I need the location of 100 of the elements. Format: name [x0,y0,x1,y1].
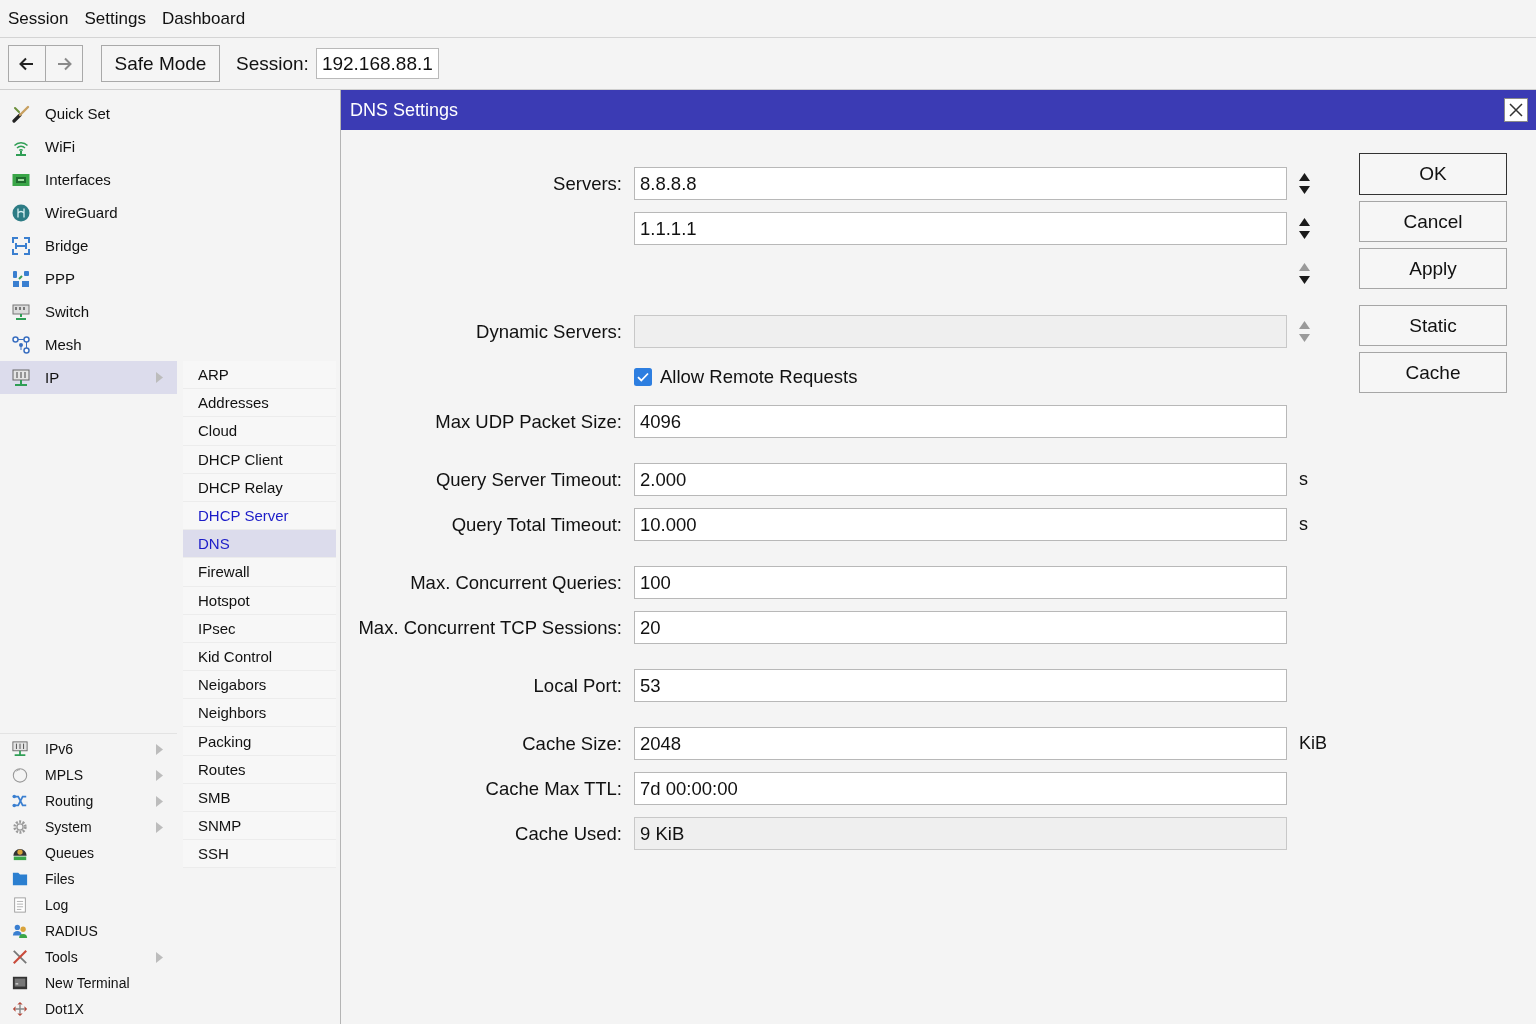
users-icon [12,923,28,939]
sidebar-item[interactable]: WiFi [0,130,177,163]
input-field[interactable]: 2048 [634,727,1287,760]
sidebar-item[interactable]: MPLS [0,762,177,788]
input-field[interactable]: 53 [634,669,1287,702]
submenu-item[interactable]: SMB [183,783,336,812]
submenu-item[interactable]: DHCP Relay [183,473,336,502]
submenu-item[interactable]: Addresses [183,389,336,418]
input-field[interactable]: 4096 [634,405,1287,438]
field-label: Max UDP Packet Size: [435,410,622,433]
sidebar-item[interactable]: Tools [0,944,177,970]
submenu-item[interactable]: Firewall [183,558,336,587]
gear-icon [12,819,28,835]
checkbox-label: Allow Remote Requests [660,365,858,388]
input-field[interactable]: 8.8.8.8 [634,167,1287,200]
safe-mode-button[interactable]: Safe Mode [101,45,220,82]
down-arrow-icon[interactable] [1299,276,1310,284]
sidebar-item[interactable]: IPv6 [0,736,177,762]
submenu-item[interactable]: Neigabors [183,671,336,700]
mesh-nodes-icon [12,335,30,354]
sidebar-item[interactable]: New Terminal [0,970,177,996]
menu-item[interactable]: Session [8,8,69,29]
ring-icon [12,767,28,783]
field-label: Query Server Timeout: [435,468,622,491]
down-arrow-icon[interactable] [1299,231,1310,239]
sidebar-item[interactable]: Bridge [0,229,177,262]
network-icon [12,741,28,757]
dialog-button[interactable]: OK [1359,153,1507,195]
sidebar-item[interactable]: Dot1X [0,996,177,1022]
field-label: Cache Max TTL: [485,777,622,800]
sidebar-item[interactable]: Switch [0,295,177,328]
network-icon [12,368,30,387]
menu-item[interactable]: Settings [84,8,146,29]
submenu-item[interactable]: Routes [183,755,336,784]
round-emblem-icon [12,203,30,222]
input-field[interactable]: 1.1.1.1 [634,212,1287,245]
field-label: Max. Concurrent Queries: [410,571,622,594]
field-label: Local Port: [533,674,622,697]
back-button[interactable] [8,45,46,82]
field-label: Cache Size: [522,732,622,755]
down-arrow-icon[interactable] [1299,186,1310,194]
crossed-tools-icon [12,949,28,965]
field-label: Max. Concurrent TCP Sessions: [358,616,622,639]
submenu-item[interactable]: ARP [183,361,336,390]
sidebar-item[interactable]: Log [0,892,177,918]
routing-icon [12,793,28,809]
sidebar-item[interactable]: Routing [0,788,177,814]
four-arrows-icon [12,1001,28,1017]
submenu-item[interactable]: SNMP [183,812,336,841]
folder-icon [12,871,28,887]
menu-item[interactable]: Dashboard [161,8,246,29]
up-arrow-icon[interactable] [1299,173,1310,181]
sidebar-item[interactable]: Quick Set [0,97,177,130]
submenu-item[interactable]: IPsec [183,614,336,643]
sidebar-item[interactable]: IP [0,361,177,394]
field-label: Query Total Timeout: [451,513,622,536]
checkbox[interactable] [634,367,652,386]
submenu-item[interactable]: Kid Control [183,642,336,672]
unit-label: s [1299,514,1308,535]
input-field[interactable]: 10.000 [634,508,1287,541]
input-field[interactable]: 2.000 [634,463,1287,496]
dialog-button[interactable]: Apply [1359,248,1507,289]
terminal-icon [12,975,28,991]
input-field[interactable]: 7d 00:00:00 [634,772,1287,805]
bridge-icon [12,236,30,255]
field-label: Dynamic Servers: [476,320,622,343]
unit-label: KiB [1299,733,1327,754]
sidebar-item[interactable]: WireGuard [0,196,177,229]
submenu-item[interactable]: Neighbors [183,699,336,728]
sidebar-item[interactable]: Files [0,866,177,892]
close-button[interactable] [1504,98,1528,122]
sidebar-item[interactable]: System [0,814,177,840]
brush-icon [12,104,30,123]
dialog-button[interactable]: Cache [1359,352,1507,393]
submenu-item[interactable]: DNS [183,530,336,559]
unit-label: s [1299,469,1308,490]
submenu-item[interactable]: DHCP Client [183,445,336,474]
sidebar-item[interactable]: PPP [0,262,177,295]
input-field[interactable]: 20 [634,611,1287,644]
blocks-icon [12,269,30,288]
field-label: Servers: [553,172,622,195]
dialog-button[interactable]: Cancel [1359,201,1507,242]
submenu-item[interactable]: Packing [183,727,336,756]
sidebar-item[interactable]: Queues [0,840,177,866]
sidebar-item[interactable]: Interfaces [0,163,177,196]
input-field[interactable]: 100 [634,566,1287,599]
dialog-title: DNS Settings [350,99,459,121]
close-icon [1509,103,1523,117]
dialog-button[interactable]: Static [1359,305,1507,346]
field-label: Cache Used: [515,822,622,845]
switch-icon [12,302,30,321]
session-field[interactable]: 192.168.88.1 [315,48,439,79]
up-arrow-icon[interactable] [1299,218,1310,226]
session-label: Session: [236,52,309,75]
submenu-item[interactable]: Cloud [183,417,336,446]
document-icon [12,897,28,913]
sidebar-item[interactable]: RADIUS [0,918,177,944]
submenu-item[interactable]: SSH [183,840,336,869]
sidebar-item[interactable]: Mesh [0,328,177,361]
submenu-item[interactable]: Hotspot [183,586,336,615]
